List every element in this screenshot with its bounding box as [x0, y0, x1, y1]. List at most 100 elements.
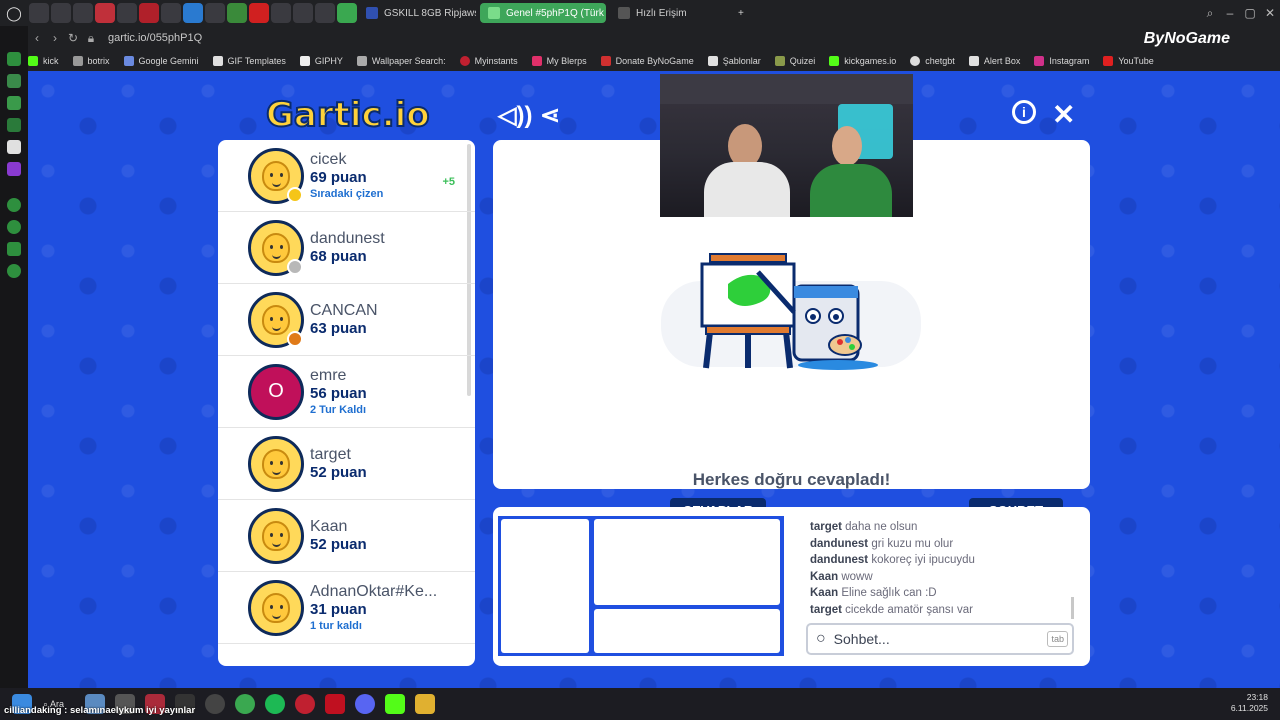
bookmark-item[interactable]: botrix — [72, 55, 110, 66]
pinned-tab-icon[interactable] — [139, 3, 159, 23]
tab-gartic[interactable]: Genel #5phP1Q (Türk — [480, 3, 606, 23]
spotify-icon[interactable] — [265, 694, 286, 714]
lock-icon: 🔒︎ — [87, 30, 95, 45]
answers-thumbnail[interactable] — [498, 516, 784, 656]
pinned-tab-icon[interactable] — [293, 3, 313, 23]
sidebar-app-icon[interactable] — [7, 118, 21, 132]
pinned-tab-icon[interactable] — [183, 3, 203, 23]
new-tab-button[interactable]: + — [730, 3, 750, 23]
bookmark-item[interactable]: Donate ByNoGame — [600, 55, 694, 66]
pinned-tab-icon[interactable] — [73, 3, 93, 23]
chat-text: daha ne olsun — [845, 521, 918, 533]
pinned-tab-icon[interactable] — [161, 3, 181, 23]
discord-icon[interactable] — [355, 694, 376, 714]
tab-key-hint: tab — [1047, 631, 1068, 647]
pinned-tab-icon[interactable] — [51, 3, 71, 23]
status-message: Herkes doğru cevapladı! — [692, 470, 891, 489]
extensions-icon[interactable] — [7, 242, 21, 256]
system-clock[interactable]: 23:18 6.11.2025 — [1231, 692, 1268, 714]
twitch-icon[interactable] — [7, 162, 21, 176]
bookmark-item[interactable]: Myinstants — [459, 55, 518, 66]
settings-icon[interactable] — [7, 264, 21, 278]
bookmark-item[interactable]: Alert Box — [968, 55, 1020, 66]
opera-taskbar-icon[interactable] — [295, 694, 316, 714]
player-row[interactable]: dandunest 68 puan — [218, 212, 475, 284]
bookmark-item[interactable]: Quizei — [774, 55, 815, 66]
pinned-tab-icon[interactable] — [205, 3, 225, 23]
chat-input[interactable]: ○ Sohbet... tab — [806, 623, 1074, 655]
gif-icon — [212, 55, 223, 66]
taskbar-app-icon[interactable] — [325, 694, 346, 714]
taskbar-app-icon[interactable] — [205, 694, 226, 714]
file-explorer-icon[interactable] — [415, 694, 436, 714]
bookmark-item[interactable]: Instagram — [1034, 55, 1089, 66]
sidebar-app-icon[interactable] — [7, 74, 21, 88]
opera-logo-icon[interactable]: ◯ — [0, 0, 28, 26]
player-row[interactable]: O emre 56 puan 2 Tur Kaldı — [218, 356, 475, 428]
player-row[interactable]: CANCAN 63 puan — [218, 284, 475, 356]
search-icon[interactable]: ⌕ — [1200, 6, 1220, 21]
player-row[interactable]: Kaan 52 puan — [218, 500, 475, 572]
chat-scrollbar[interactable] — [1071, 597, 1074, 619]
minimize-icon[interactable]: – — [1220, 6, 1240, 20]
chat-messages: target daha ne olsun dandunest gri kuzu m… — [810, 519, 1078, 619]
kick-taskbar-icon[interactable] — [385, 694, 406, 714]
tab-label: Genel #5phP1Q (Türk — [506, 7, 604, 19]
avatar-face-icon — [262, 592, 290, 623]
bookmark-item[interactable]: Google Gemini — [123, 55, 199, 66]
bookmark-item[interactable]: kick — [28, 55, 59, 66]
bookmark-item[interactable]: Wallpaper Search: — [356, 55, 446, 66]
player-row[interactable]: AdnanOktar#Ke... 31 puan 1 tur kaldı — [218, 572, 475, 644]
player-info: dandunest 68 puan — [310, 230, 385, 266]
pinned-tab-icon[interactable] — [95, 3, 115, 23]
back-icon[interactable]: ‹ — [28, 31, 46, 45]
pinned-tab-icon[interactable] — [29, 3, 49, 23]
bookmark-item[interactable]: GIPHY — [299, 55, 343, 66]
pinned-tab-icon[interactable] — [337, 3, 357, 23]
avatar-face-icon — [262, 448, 290, 479]
pinned-tab-icon[interactable] — [117, 3, 137, 23]
sidebar-app-icon[interactable] — [7, 140, 21, 154]
tab-favicon-icon — [618, 7, 630, 19]
reload-icon[interactable]: ↻ — [64, 31, 82, 45]
player-name: dandunest — [310, 229, 385, 247]
templates-icon — [707, 55, 718, 66]
taskbar-app-icon[interactable] — [235, 694, 256, 714]
player-info: target 52 puan — [310, 446, 367, 482]
player-info: Kaan 52 puan — [310, 518, 367, 554]
bookmark-item[interactable]: kickgames.io — [829, 55, 896, 66]
sound-icon[interactable]: ◁)) — [498, 101, 532, 130]
close-icon[interactable]: ✕ — [1260, 6, 1280, 20]
player-info: AdnanOktar#Ke... 31 puan 1 tur kaldı — [310, 583, 437, 633]
chat-user: target — [810, 521, 842, 533]
info-icon[interactable]: i — [1012, 100, 1036, 124]
forward-icon[interactable]: › — [46, 31, 64, 45]
url-field[interactable]: gartic.io/055phP1Q — [108, 32, 202, 44]
tab-favicon-icon — [366, 7, 378, 19]
tab-gskill[interactable]: GSKILL 8GB RipjawsV DD — [358, 3, 476, 23]
maximize-icon[interactable]: ▢ — [1240, 6, 1260, 20]
player-points: 63 puan — [310, 319, 367, 337]
close-icon[interactable]: ✕ — [1052, 98, 1075, 131]
pinned-tab-icon[interactable] — [271, 3, 291, 23]
pinned-tab-icon[interactable] — [315, 3, 335, 23]
bookmark-label: Myinstants — [474, 55, 518, 66]
bynogame-logo: ByNoGame — [1143, 30, 1230, 47]
tab-quick-access[interactable]: Hızlı Erişim — [610, 3, 730, 23]
thumbnail-player-list — [501, 519, 589, 653]
sidebar-app-icon[interactable] — [7, 96, 21, 110]
player-row[interactable]: cicek 69 puan Sıradaki çizen +5 — [218, 140, 475, 212]
pinned-tab-icon[interactable] — [227, 3, 247, 23]
history-icon[interactable] — [7, 220, 21, 234]
sidebar-app-icon[interactable] — [7, 52, 21, 66]
bookmark-item[interactable]: YouTube — [1103, 55, 1154, 66]
bookmark-label: Google Gemini — [138, 55, 199, 66]
bookmark-item[interactable]: chetgbt — [910, 55, 955, 66]
bookmark-item[interactable]: GIF Templates — [212, 55, 286, 66]
player-row[interactable]: target 52 puan — [218, 428, 475, 500]
share-icon[interactable]: ⋖ — [540, 101, 560, 130]
pinned-tab-icon[interactable] — [249, 3, 269, 23]
bookmark-item[interactable]: Şablonlar — [707, 55, 761, 66]
player-icon[interactable] — [7, 198, 21, 212]
bookmark-item[interactable]: My Blerps — [531, 55, 587, 66]
